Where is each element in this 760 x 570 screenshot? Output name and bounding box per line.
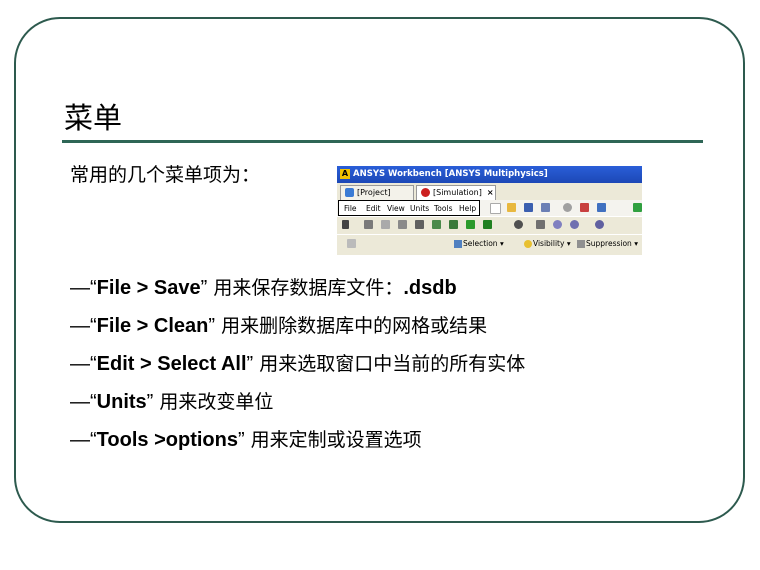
window-title: ANSYS Workbench [ANSYS Multiphysics] <box>353 169 548 179</box>
open-quote: “ <box>90 315 97 337</box>
command-description: 用来定制或设置选项 <box>244 429 422 451</box>
slide-title: 菜单 <box>64 101 123 135</box>
selection-icon <box>454 240 462 248</box>
dash: — <box>70 429 90 451</box>
menu-edit[interactable]: Edit <box>366 203 381 214</box>
extend-selection-icon[interactable] <box>466 220 475 229</box>
save-as-icon[interactable] <box>541 203 550 212</box>
selection-toolbar <box>337 216 642 234</box>
list-item: —“Edit > Select All” 用来选取窗口中当前的所有实体 <box>70 354 525 392</box>
image-icon[interactable] <box>597 203 606 212</box>
menu-command: Edit > Select All <box>96 353 247 375</box>
list-item: —“File > Save” 用来保存数据库文件：.dsdb <box>70 278 525 316</box>
dash: — <box>70 315 90 337</box>
list-item: —“File > Clean” 用来删除数据库中的网格或结果 <box>70 316 525 354</box>
chevron-down-icon: ▾ <box>634 239 638 248</box>
tab-simulation-label: [Simulation] <box>433 188 482 197</box>
select-all-icon[interactable] <box>483 220 492 229</box>
tree-icon <box>347 239 356 248</box>
menu-file[interactable]: File <box>344 203 357 214</box>
menu-tools[interactable]: Tools <box>434 203 452 214</box>
select-point-icon[interactable] <box>364 220 373 229</box>
pointer-icon[interactable] <box>342 220 349 229</box>
simulation-icon <box>421 188 430 197</box>
solve-icon[interactable] <box>563 203 572 212</box>
suppression-dropdown[interactable]: Suppression ▾ <box>577 238 638 249</box>
open-icon[interactable] <box>507 203 516 212</box>
toolbar-more-icon[interactable] <box>633 203 642 212</box>
chevron-down-icon: ▾ <box>566 239 571 248</box>
window-titlebar: A ANSYS Workbench [ANSYS Multiphysics] <box>337 166 642 183</box>
menu-command: File > Clean <box>96 315 209 337</box>
menu-command: File > Save <box>96 277 201 299</box>
select-edge-icon[interactable] <box>381 220 390 229</box>
zoom-box-icon[interactable] <box>570 220 579 229</box>
menu-bar: File Edit View Units Tools Help <box>337 200 642 216</box>
menu-help[interactable]: Help <box>459 203 476 214</box>
suppression-icon <box>577 240 585 248</box>
tab-project-label: [Project] <box>357 188 391 197</box>
command-description: 用来删除数据库中的网格或结果 <box>215 315 488 337</box>
tab-simulation[interactable]: [Simulation] × <box>416 185 496 200</box>
open-quote: “ <box>90 429 97 451</box>
zoom-icon[interactable] <box>553 220 562 229</box>
visibility-dropdown[interactable]: Visibility ▾ <box>524 238 571 249</box>
tab-project[interactable]: [Project] <box>340 185 414 200</box>
select-body-icon[interactable] <box>432 220 441 229</box>
close-quote: ” <box>237 429 245 451</box>
new-icon[interactable] <box>490 203 501 214</box>
select-vertex-icon[interactable] <box>398 220 407 229</box>
menu-item-list: —“File > Save” 用来保存数据库文件：.dsdb —“File > … <box>70 278 525 468</box>
tab-strip: [Project] [Simulation] × <box>337 183 642 200</box>
save-icon[interactable] <box>524 203 533 212</box>
visibility-label: Visibility <box>533 239 565 248</box>
project-icon <box>345 188 354 197</box>
command-description: 用来改变单位 <box>153 391 274 413</box>
title-divider <box>62 140 703 143</box>
suppression-label: Suppression <box>586 239 632 248</box>
chevron-down-icon: ▾ <box>499 239 504 248</box>
workbench-screenshot: A ANSYS Workbench [ANSYS Multiphysics] [P… <box>337 166 642 255</box>
select-mode-icon[interactable] <box>449 220 458 229</box>
select-face-icon[interactable] <box>415 220 424 229</box>
zoom-fit-icon[interactable] <box>595 220 604 229</box>
dash: — <box>70 353 90 375</box>
pan-icon[interactable] <box>536 220 545 229</box>
selection-dropdown[interactable]: Selection ▾ <box>454 238 504 249</box>
command-description: 用来保存数据库文件： <box>207 277 404 299</box>
rotate-icon[interactable] <box>514 220 523 229</box>
visibility-toolbar: Selection ▾ Visibility ▾ Suppression ▾ <box>337 234 642 252</box>
command-description: 用来选取窗口中当前的所有实体 <box>253 353 526 375</box>
lightbulb-icon <box>524 240 532 248</box>
dash: — <box>70 391 90 413</box>
menu-units[interactable]: Units <box>410 203 429 214</box>
menu-highlight-box: File Edit View Units Tools Help <box>338 200 480 216</box>
selection-label: Selection <box>463 239 498 248</box>
open-quote: “ <box>90 391 97 413</box>
file-extension: .dsdb <box>403 277 457 299</box>
list-item: —“Units” 用来改变单位 <box>70 392 525 430</box>
open-quote: “ <box>90 277 97 299</box>
chart-icon[interactable] <box>580 203 589 212</box>
open-quote: “ <box>90 353 97 375</box>
menu-view[interactable]: View <box>387 203 405 214</box>
close-icon[interactable]: × <box>487 188 494 197</box>
menu-command: Units <box>96 391 147 413</box>
intro-text: 常用的几个菜单项为： <box>70 164 261 186</box>
menu-command: Tools >options <box>96 429 238 451</box>
dash: — <box>70 277 90 299</box>
ansys-logo-icon: A <box>340 168 350 179</box>
list-item: —“Tools >options” 用来定制或设置选项 <box>70 430 525 468</box>
